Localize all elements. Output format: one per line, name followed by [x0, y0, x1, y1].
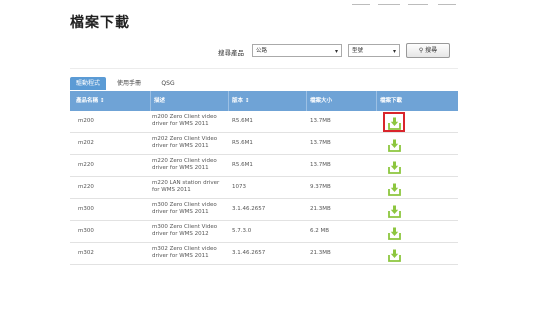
row-description: m220 Zero Client video driver for WMS 201… [152, 158, 217, 172]
row-product-name: m220 [78, 162, 94, 168]
row-file-size: 13.7MB [310, 118, 331, 124]
header-file-size: 檔案大小 [306, 91, 376, 111]
row-product-name: m302 [78, 250, 94, 256]
row-description: m300 Zero Client video driver for WMS 201… [152, 202, 217, 216]
tab-manuals[interactable]: 使用手冊 [110, 77, 148, 90]
row-description-line1: m302 Zero Client video [152, 246, 217, 252]
chevron-down-icon: ▾ [392, 48, 396, 55]
category-select-value: 公路 [256, 48, 268, 54]
row-product-name: m200 [78, 118, 94, 124]
download-icon[interactable] [388, 137, 401, 152]
row-description-line2: driver for WMS 2011 [152, 121, 209, 127]
top-link-bar [352, 4, 462, 6]
row-description-line1: m220 LAN station driver [152, 180, 220, 186]
tab-drivers[interactable]: 驅動程式 [70, 77, 106, 90]
search-button-label: 搜尋 [425, 47, 438, 54]
row-product-name: m300 [78, 228, 94, 234]
model-select-value: 型號 [352, 48, 364, 54]
filter-bar: 搜尋產品 公路 ▾ 型號 ▾ ⚲ 搜尋 [70, 42, 458, 62]
row-description-line2: driver for WMS 2011 [152, 209, 209, 215]
row-description: m220 LAN station driver for WMS 2011 [152, 180, 219, 194]
row-description: m302 Zero Client video driver for WMS 201… [152, 246, 217, 260]
table-header: 產品名稱 ↕ 描述 版本 ↕ 檔案大小 檔案下載 [70, 91, 458, 111]
download-icon[interactable] [388, 203, 401, 218]
row-description-line2: for WMS 2011 [152, 187, 191, 193]
row-version: 3.1.46.2657 [232, 206, 266, 212]
product-filter-label: 搜尋產品 [218, 49, 244, 57]
download-icon[interactable] [388, 115, 401, 130]
header-version[interactable]: 版本 ↕ [228, 91, 306, 111]
row-version: R5.6M1 [232, 162, 253, 168]
row-description-line1: m300 Zero Client video [152, 202, 217, 208]
row-product-name: m202 [78, 140, 94, 146]
row-description-line2: driver for WMS 2011 [152, 143, 209, 149]
row-file-size: 21.3MB [310, 206, 331, 212]
row-version: 5.7.3.0 [232, 228, 252, 234]
model-select[interactable]: 型號 ▾ [348, 44, 400, 57]
search-icon: ⚲ [418, 47, 424, 54]
download-icon[interactable] [388, 181, 401, 196]
download-icon[interactable] [388, 225, 401, 240]
row-description-line1: m202 Zero Client Video [152, 136, 218, 142]
download-icon[interactable] [388, 247, 401, 262]
row-description: m202 Zero Client Video driver for WMS 201… [152, 136, 217, 150]
table-row: m220 m220 Zero Client video driver for WMS… [70, 155, 458, 177]
page-title: 檔案下載 [70, 15, 130, 31]
header-product-name[interactable]: 產品名稱 ↕ [76, 91, 146, 111]
row-description-line2: driver for WMS 2012 [152, 231, 209, 237]
row-file-size: 6.2 MB [310, 228, 330, 234]
chevron-down-icon: ▾ [334, 48, 338, 55]
table-row: m300 m300 Zero Client Video driver for WMS… [70, 221, 458, 243]
row-description-line1: m300 Zero Client Video [152, 224, 218, 230]
table-row: m200 m200 Zero Client video driver for WMS… [70, 111, 458, 133]
row-product-name: m220 [78, 184, 94, 190]
table-row: m302 m302 Zero Client video driver for WMS… [70, 243, 458, 265]
table-row: m300 m300 Zero Client video driver for WMS… [70, 199, 458, 221]
row-file-size: 21.3MB [310, 250, 331, 256]
search-button[interactable]: ⚲ 搜尋 [406, 43, 450, 58]
header-download: 檔案下載 [376, 91, 458, 111]
row-version: R5.6M1 [232, 118, 253, 124]
download-icon[interactable] [388, 159, 401, 174]
row-version: 3.1.46.2657 [232, 250, 266, 256]
row-version: 1073 [232, 184, 246, 190]
table-row: m220 m220 LAN station driver for WMS 2011 1… [70, 177, 458, 199]
row-description-line1: m200 Zero Client video [152, 114, 217, 120]
row-file-size: 13.7MB [310, 140, 331, 146]
row-description: m200 Zero Client video driver for WMS 201… [152, 114, 217, 128]
row-version: R5.6M1 [232, 140, 253, 146]
row-file-size: 9.37MB [310, 184, 331, 190]
row-description-line2: driver for WMS 2011 [152, 253, 209, 259]
row-description: m300 Zero Client Video driver for WMS 201… [152, 224, 217, 238]
tab-qsg[interactable]: QSG [154, 77, 182, 90]
row-description-line2: driver for WMS 2011 [152, 165, 209, 171]
table-row: m202 m202 Zero Client Video driver for WMS… [70, 133, 458, 155]
row-description-line1: m220 Zero Client video [152, 158, 217, 164]
row-file-size: 13.7MB [310, 162, 331, 168]
category-select[interactable]: 公路 ▾ [252, 44, 342, 57]
divider [70, 68, 458, 69]
row-product-name: m300 [78, 206, 94, 212]
header-description: 描述 [150, 91, 228, 111]
